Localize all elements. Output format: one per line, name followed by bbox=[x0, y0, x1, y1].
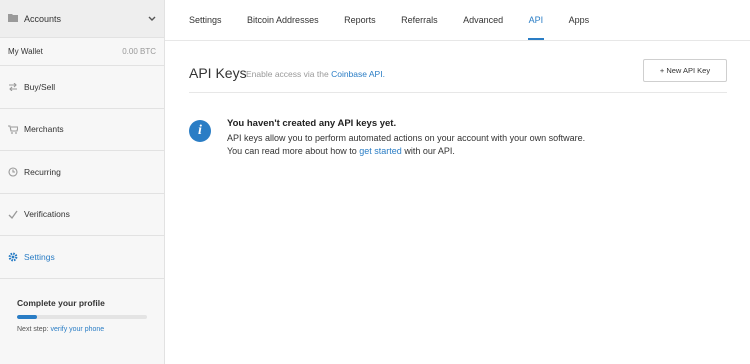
folder-icon bbox=[8, 13, 18, 24]
accounts-label: Accounts bbox=[24, 13, 62, 24]
clock-icon bbox=[8, 167, 18, 177]
sidebar-item-label: Verifications bbox=[24, 209, 70, 220]
wallet-balance: 0.00 BTC bbox=[122, 47, 156, 56]
profile-progress-fill bbox=[17, 315, 37, 319]
sidebar-item-merchants[interactable]: Merchants bbox=[0, 109, 164, 151]
page-subtitle: Enable access via the Coinbase API. bbox=[246, 69, 385, 79]
next-step: Next step: verify your phone bbox=[17, 326, 147, 333]
sidebar-item-verifications[interactable]: Verifications bbox=[0, 194, 164, 236]
page-subtitle-prefix: Enable access via the bbox=[246, 69, 329, 79]
empty-state-heading: You haven't created any API keys yet. bbox=[227, 118, 397, 129]
tab-api[interactable]: API bbox=[527, 0, 544, 40]
wallet-name: My Wallet bbox=[8, 47, 43, 56]
tab-apps[interactable]: Apps bbox=[569, 0, 590, 40]
empty-state-line-1: API keys allow you to perform automated … bbox=[227, 133, 586, 143]
tab-referrals[interactable]: Referrals bbox=[401, 0, 438, 40]
exchange-icon bbox=[8, 82, 18, 92]
check-icon bbox=[8, 209, 18, 219]
next-step-prefix: Next step: bbox=[17, 326, 49, 333]
new-api-key-button[interactable]: + New API Key bbox=[643, 59, 727, 82]
sidebar-item-label: Buy/Sell bbox=[24, 81, 56, 92]
line2-prefix: You can read more about how to bbox=[227, 146, 357, 156]
profile-progress-bar bbox=[17, 315, 147, 319]
sidebar: Accounts My Wallet 0.00 BTC Buy/Sell Mer… bbox=[0, 0, 165, 364]
get-started-link[interactable]: get started bbox=[359, 146, 402, 156]
chevron-down-icon bbox=[148, 14, 156, 24]
profile-completion: Complete your profile Next step: verify … bbox=[17, 298, 147, 333]
page-header: API Keys Enable access via the Coinbase … bbox=[189, 56, 727, 93]
verify-phone-link[interactable]: verify your phone bbox=[50, 326, 104, 333]
gear-icon bbox=[8, 252, 18, 262]
tab-advanced[interactable]: Advanced bbox=[463, 0, 503, 40]
info-icon: i bbox=[189, 120, 211, 142]
accounts-dropdown[interactable]: Accounts bbox=[0, 0, 164, 38]
settings-tabs: Settings Bitcoin Addresses Reports Refer… bbox=[165, 0, 750, 41]
empty-state-text: You haven't created any API keys yet. AP… bbox=[227, 118, 585, 158]
profile-title: Complete your profile bbox=[17, 298, 105, 308]
page-title: API Keys bbox=[189, 65, 247, 81]
line2-suffix: with our API. bbox=[404, 146, 455, 156]
coinbase-api-link[interactable]: Coinbase API. bbox=[331, 69, 385, 79]
empty-state-line-2: You can read more about how to get start… bbox=[227, 145, 585, 158]
tab-bitcoin-addresses[interactable]: Bitcoin Addresses bbox=[247, 0, 319, 40]
sidebar-item-buy-sell[interactable]: Buy/Sell bbox=[0, 66, 164, 109]
cart-icon bbox=[8, 124, 18, 134]
sidebar-item-recurring[interactable]: Recurring bbox=[0, 151, 164, 194]
tab-reports[interactable]: Reports bbox=[344, 0, 376, 40]
sidebar-item-settings[interactable]: Settings bbox=[0, 236, 164, 279]
wallet-row[interactable]: My Wallet 0.00 BTC bbox=[0, 38, 164, 66]
sidebar-item-label: Recurring bbox=[24, 166, 61, 177]
sidebar-item-label: Settings bbox=[24, 251, 55, 262]
tab-settings[interactable]: Settings bbox=[189, 0, 222, 40]
sidebar-item-label: Merchants bbox=[24, 124, 64, 135]
